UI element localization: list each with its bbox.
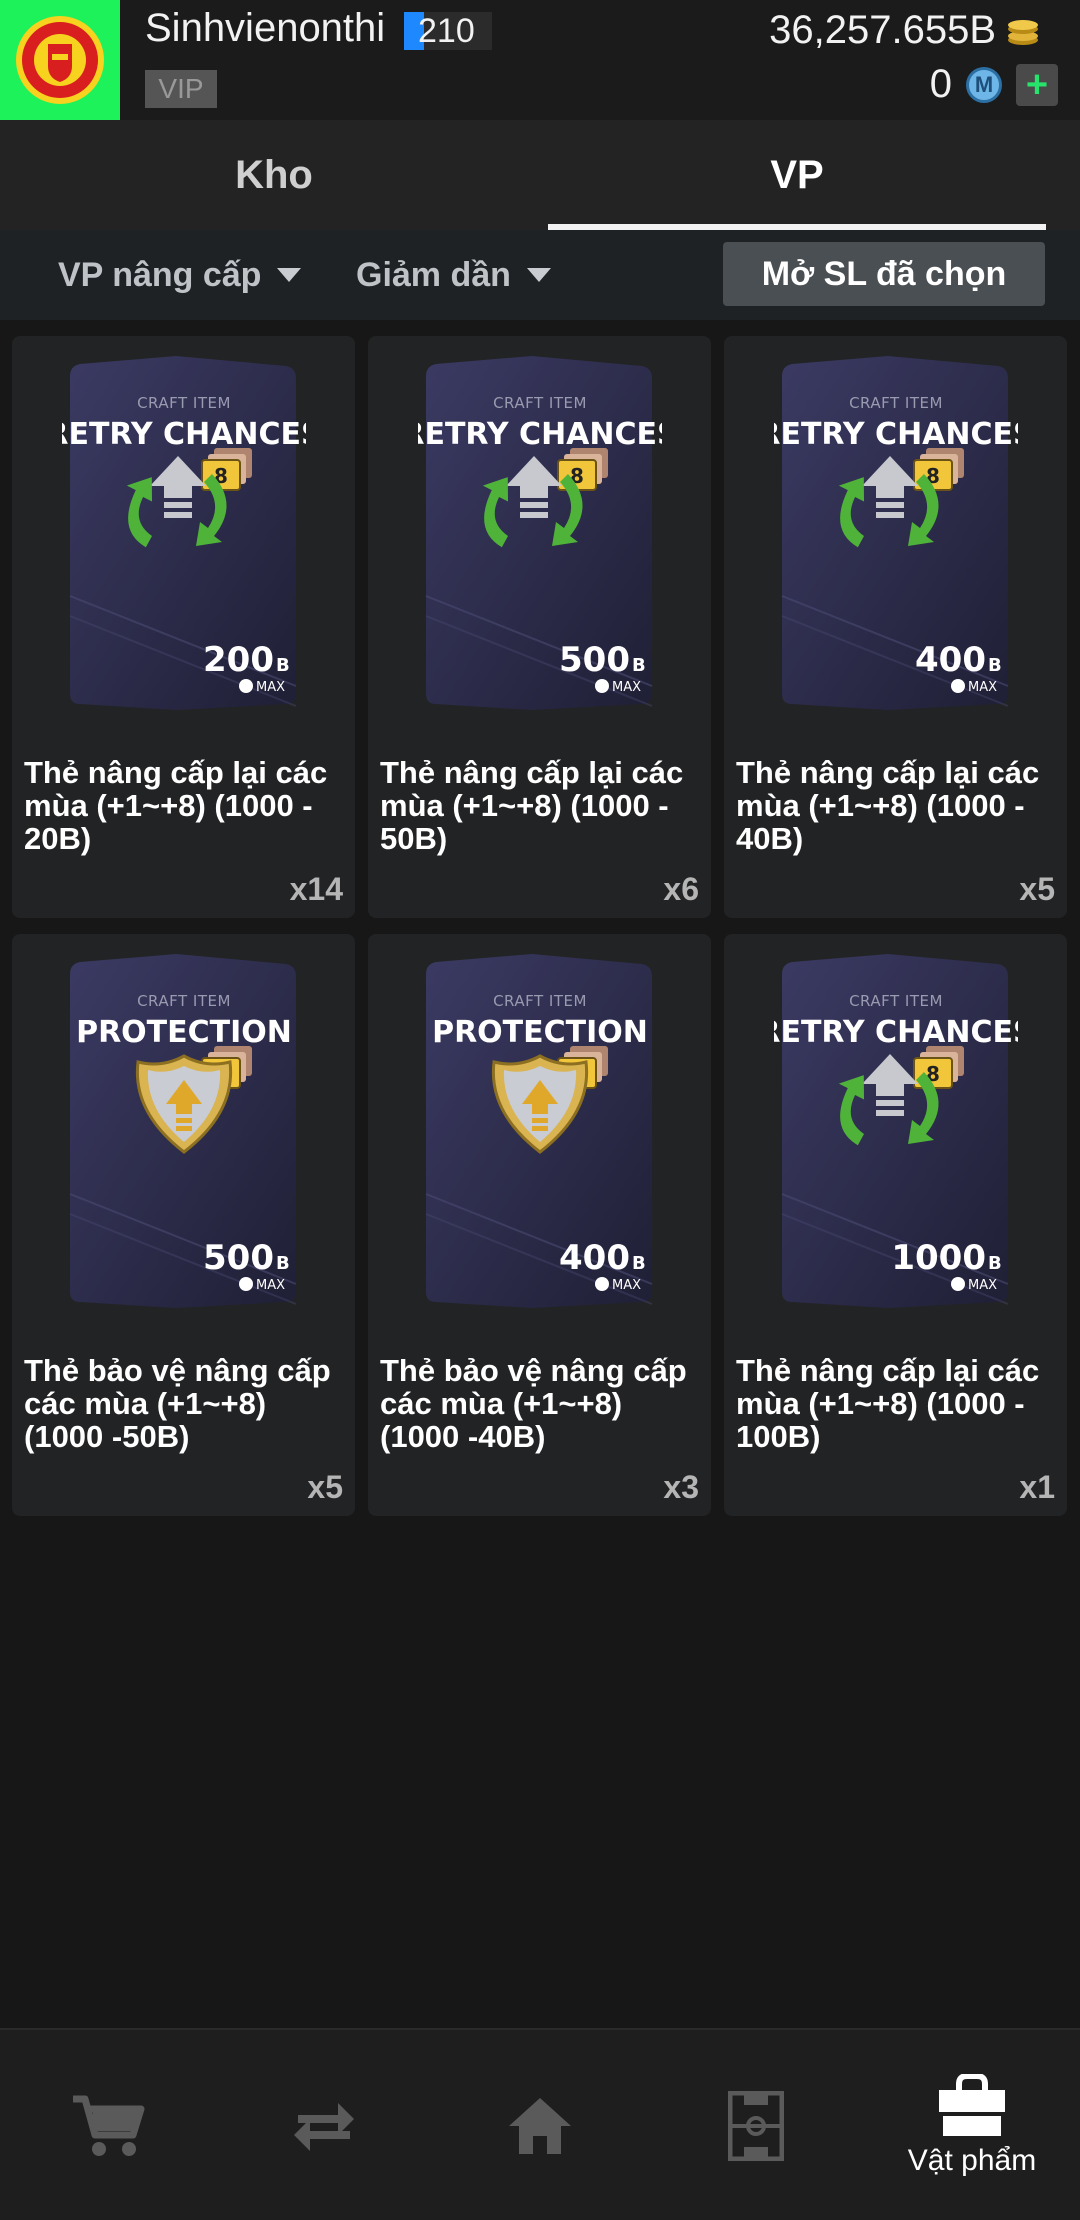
- item-quantity: x5: [307, 1469, 343, 1505]
- card-unit: B: [988, 655, 1002, 676]
- card-kicker: CRAFT ITEM: [137, 394, 231, 412]
- card-kind: RETRY CHANCES: [774, 1015, 1018, 1050]
- open-selected-button[interactable]: Mở SL đã chọn: [723, 242, 1045, 306]
- chevron-down-icon: [277, 268, 302, 282]
- cart-icon: [73, 2095, 145, 2156]
- card-max: MAX: [612, 680, 641, 695]
- item-card[interactable]: CRAFT ITEM PROTECTION 8 400 B MAX Thẻ bả…: [368, 934, 711, 1516]
- item-card-art: CRAFT ITEM RETRY CHANCES 8 200 B MAX: [62, 356, 306, 710]
- item-title: Thẻ bảo vệ nâng cấp các mùa (+1~+8) (100…: [24, 1353, 331, 1454]
- nav-home[interactable]: [432, 2030, 648, 2220]
- item-card[interactable]: CRAFT ITEM PROTECTION 8 500 B MAX Thẻ bả…: [12, 934, 355, 1516]
- mcoins-balance: 0 M +: [930, 62, 1058, 107]
- nav-items[interactable]: Vật phẩm: [864, 2030, 1080, 2220]
- category-dropdown-label: VP nâng cấp: [58, 255, 262, 294]
- item-card[interactable]: CRAFT ITEM RETRY CHANCES 8 200 B MAX Thẻ…: [12, 336, 355, 918]
- club-crest-icon[interactable]: [0, 0, 120, 120]
- pitch-icon: [728, 2091, 784, 2161]
- transfer-icon: [294, 2103, 354, 2151]
- item-grid: CRAFT ITEM RETRY CHANCES 8 200 B MAX Thẻ…: [12, 336, 1070, 1516]
- item-title: Thẻ nâng cấp lại các mùa (+1~+8) (1000 -…: [24, 755, 328, 856]
- nav-shop[interactable]: [0, 2030, 216, 2220]
- item-card-art: CRAFT ITEM PROTECTION 8 500 B MAX: [69, 954, 297, 1308]
- card-kicker: CRAFT ITEM: [849, 394, 943, 412]
- coin-stack-icon: [1008, 19, 1038, 45]
- card-value: 500: [559, 640, 630, 680]
- home-icon: [509, 2098, 571, 2154]
- m-coin-icon: M: [966, 66, 1002, 103]
- card-unit: B: [988, 1253, 1002, 1274]
- card-kind: PROTECTION: [432, 1015, 648, 1050]
- tab-vp[interactable]: VP: [548, 120, 1046, 230]
- username: Sinhvienonthi: [145, 6, 386, 50]
- coins-amount: 36,257.655B: [769, 8, 996, 52]
- nav-items-label: Vật phẩm: [907, 2144, 1037, 2177]
- card-max: MAX: [256, 1278, 285, 1293]
- card-max: MAX: [968, 680, 997, 695]
- item-card-art: CRAFT ITEM RETRY CHANCES 8 400 B MAX: [774, 356, 1018, 710]
- item-quantity: x1: [1019, 1469, 1055, 1505]
- card-kind: RETRY CHANCES: [62, 417, 306, 452]
- sort-dropdown-label: Giảm dần: [356, 255, 511, 294]
- card-value: 400: [559, 1238, 630, 1278]
- nav-squad[interactable]: [648, 2030, 864, 2220]
- item-title: Thẻ nâng cấp lại các mùa (+1~+8) (1000 -…: [736, 1353, 1040, 1454]
- nav-transfer[interactable]: [216, 2030, 432, 2220]
- card-value: 1000: [891, 1238, 986, 1278]
- filter-bar: VP nâng cấp Giảm dần Mở SL đã chọn: [0, 230, 1080, 320]
- card-value: 500: [203, 1238, 274, 1278]
- item-card-art: CRAFT ITEM PROTECTION 8 400 B MAX: [425, 954, 653, 1308]
- coins-balance: 36,257.655B: [769, 8, 1040, 53]
- bag-icon: [939, 2074, 1005, 2136]
- item-card[interactable]: CRAFT ITEM RETRY CHANCES 8 1000 B MAX Th…: [724, 934, 1067, 1516]
- card-kicker: CRAFT ITEM: [493, 394, 587, 412]
- item-card[interactable]: CRAFT ITEM RETRY CHANCES 8 500 B MAX Thẻ…: [368, 336, 711, 918]
- card-unit: B: [276, 1253, 290, 1274]
- item-quantity: x6: [663, 871, 699, 907]
- card-kicker: CRAFT ITEM: [137, 992, 231, 1010]
- card-kind: PROTECTION: [76, 1015, 292, 1050]
- bottom-nav: Vật phẩm: [0, 2028, 1080, 2220]
- card-max: MAX: [612, 1278, 641, 1293]
- level-value: 210: [418, 12, 475, 50]
- sort-dropdown[interactable]: Giảm dần: [356, 248, 551, 302]
- item-quantity: x3: [663, 1469, 699, 1505]
- item-title: Thẻ nâng cấp lại các mùa (+1~+8) (1000 -…: [736, 755, 1040, 856]
- card-kind: RETRY CHANCES: [418, 417, 662, 452]
- card-unit: B: [276, 655, 290, 676]
- category-dropdown[interactable]: VP nâng cấp: [58, 248, 302, 302]
- item-title: Thẻ bảo vệ nâng cấp các mùa (+1~+8) (100…: [380, 1353, 687, 1454]
- card-max: MAX: [968, 1278, 997, 1293]
- item-card-art: CRAFT ITEM RETRY CHANCES 8 500 B MAX: [418, 356, 662, 710]
- top-header: Sinhvienonthi 210 VIP 36,257.655B 0 M +: [0, 0, 1080, 120]
- item-quantity: x5: [1019, 871, 1055, 907]
- card-kicker: CRAFT ITEM: [493, 992, 587, 1010]
- card-unit: B: [632, 1253, 646, 1274]
- card-value: 200: [203, 640, 274, 680]
- card-max: MAX: [256, 680, 285, 695]
- level-badge: 210: [404, 12, 492, 50]
- card-value: 400: [915, 640, 986, 680]
- item-title: Thẻ nâng cấp lại các mùa (+1~+8) (1000 -…: [380, 755, 684, 856]
- item-card[interactable]: CRAFT ITEM RETRY CHANCES 8 400 B MAX Thẻ…: [724, 336, 1067, 918]
- tab-bar: Kho VP: [0, 120, 1080, 230]
- mcoins-amount: 0: [929, 62, 952, 106]
- chevron-down-icon: [526, 268, 551, 282]
- card-kicker: CRAFT ITEM: [849, 992, 943, 1010]
- card-unit: B: [632, 655, 646, 676]
- card-kind: RETRY CHANCES: [774, 417, 1018, 452]
- item-card-art: CRAFT ITEM RETRY CHANCES 8 1000 B MAX: [774, 954, 1018, 1308]
- item-quantity: x14: [289, 871, 343, 907]
- add-mcoins-button[interactable]: +: [1016, 63, 1058, 106]
- vip-badge[interactable]: VIP: [145, 70, 217, 108]
- tab-kho[interactable]: Kho: [0, 120, 548, 230]
